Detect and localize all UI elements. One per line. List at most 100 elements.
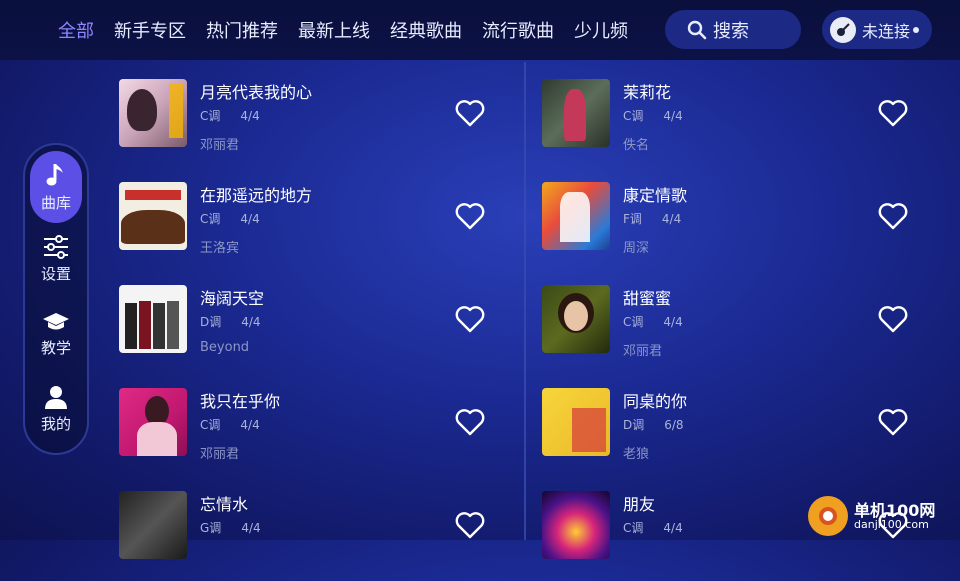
album-cover (542, 182, 610, 250)
song-key: G调 (200, 521, 222, 535)
song-meta: G调 4/4 (200, 519, 261, 536)
album-cover (119, 491, 187, 559)
song-title: 同桌的你 (623, 392, 688, 411)
song-title: 在那遥远的地方 (200, 186, 313, 205)
category-tabs: 全部 新手专区 热门推荐 最新上线 经典歌曲 流行歌曲 少儿频 (58, 0, 648, 60)
song-key: C调 (200, 418, 221, 432)
album-cover (119, 182, 187, 250)
nav-settings[interactable]: 设置 (30, 235, 82, 284)
album-cover (119, 79, 187, 147)
song-key: C调 (623, 521, 644, 535)
song-meta: D调 4/4 (200, 313, 261, 330)
song-artist: 佚名 (623, 138, 650, 153)
song-artist: 邓丽君 (623, 344, 663, 359)
tab-classic[interactable]: 经典歌曲 (390, 17, 462, 43)
album-cover (542, 79, 610, 147)
song-meta: C调 4/4 (623, 519, 683, 536)
search-icon (687, 20, 707, 39)
heart-icon[interactable] (878, 408, 908, 436)
song-title: 茉莉花 (623, 83, 672, 102)
tab-pop[interactable]: 流行歌曲 (482, 17, 554, 43)
connection-button[interactable]: 未连接 (822, 10, 932, 49)
song-meta: D调 6/8 (623, 416, 684, 433)
status-dot (913, 26, 920, 33)
song-meta: C调 4/4 (200, 416, 260, 433)
song-key: D调 (623, 418, 645, 432)
song-meta: C调 4/4 (200, 210, 260, 227)
song-beat: 4/4 (240, 212, 260, 226)
watermark-logo-icon (808, 496, 848, 536)
graduation-cap-icon (43, 313, 69, 330)
watermark-name: 单机100网 (854, 500, 936, 520)
music-note-icon (46, 163, 63, 185)
song-meta: C调 4/4 (623, 313, 683, 330)
song-title: 康定情歌 (623, 186, 688, 205)
song-meta: F调 4/4 (623, 210, 681, 227)
song-artist: 邓丽君 (200, 138, 240, 153)
song-beat: 4/4 (663, 315, 683, 329)
song-meta: C调 4/4 (623, 107, 683, 124)
song-beat: 4/4 (661, 212, 682, 226)
album-cover (542, 285, 610, 353)
song-key: C调 (200, 212, 221, 226)
side-nav: 曲库 设置 教学 我的 (23, 143, 89, 455)
album-cover (119, 285, 187, 353)
song-artist: 王洛宾 (200, 241, 240, 256)
song-artist: 老狼 (623, 447, 650, 462)
song-key: F调 (623, 212, 642, 226)
nav-label: 我的 (40, 415, 71, 433)
nav-mine[interactable]: 我的 (30, 385, 82, 434)
column-divider (524, 62, 526, 540)
top-bar: 全部 新手专区 热门推荐 最新上线 经典歌曲 流行歌曲 少儿频 搜索 未连接 (0, 0, 960, 60)
nav-label: 曲库 (40, 193, 71, 212)
album-cover (542, 388, 610, 456)
song-beat: 4/4 (241, 521, 261, 535)
album-cover (542, 491, 610, 559)
heart-icon[interactable] (878, 305, 908, 333)
tab-kids[interactable]: 少儿频 (574, 17, 628, 43)
tab-latest[interactable]: 最新上线 (298, 17, 370, 43)
heart-icon[interactable] (878, 202, 908, 230)
user-icon (45, 386, 67, 409)
heart-icon[interactable] (455, 511, 485, 539)
search-button[interactable]: 搜索 (665, 10, 801, 49)
song-title: 朋友 (623, 495, 656, 514)
nav-library[interactable]: 曲库 (30, 151, 82, 223)
song-key: D调 (200, 315, 222, 329)
heart-icon[interactable] (455, 99, 485, 127)
nav-tutorial[interactable]: 教学 (30, 311, 82, 358)
watermark: 单机100网 danji100.com (808, 496, 935, 536)
heart-icon[interactable] (878, 99, 908, 127)
nav-label: 设置 (40, 265, 71, 283)
song-beat: 4/4 (241, 315, 261, 329)
song-meta: C调 4/4 (200, 107, 260, 124)
search-label: 搜索 (713, 20, 749, 42)
song-beat: 4/4 (663, 521, 683, 535)
song-title: 海阔天空 (200, 289, 265, 308)
watermark-url: danji100.com (854, 517, 929, 531)
song-artist: 周深 (623, 241, 650, 256)
song-title: 忘情水 (200, 495, 249, 514)
tab-beginner[interactable]: 新手专区 (114, 17, 186, 43)
tab-hot[interactable]: 热门推荐 (206, 17, 278, 43)
song-key: C调 (623, 315, 644, 329)
song-key: C调 (623, 109, 644, 123)
song-beat: 4/4 (663, 109, 683, 123)
watermark-text: 单机100网 danji100.com (854, 500, 936, 531)
song-beat: 4/4 (240, 109, 260, 123)
connection-label: 未连接 (862, 21, 911, 41)
heart-icon[interactable] (455, 305, 485, 333)
guitar-icon (830, 16, 856, 43)
song-key: C调 (200, 109, 221, 123)
song-artist: Beyond (200, 340, 250, 355)
tab-all[interactable]: 全部 (58, 17, 94, 43)
nav-label: 教学 (40, 339, 71, 357)
heart-icon[interactable] (455, 202, 485, 230)
song-beat: 4/4 (240, 418, 260, 432)
heart-icon[interactable] (455, 408, 485, 436)
song-title: 我只在乎你 (200, 392, 281, 411)
song-artist: 邓丽君 (200, 447, 240, 462)
song-title: 月亮代表我的心 (200, 83, 313, 102)
song-title: 甜蜜蜜 (623, 289, 672, 308)
album-cover (119, 388, 187, 456)
